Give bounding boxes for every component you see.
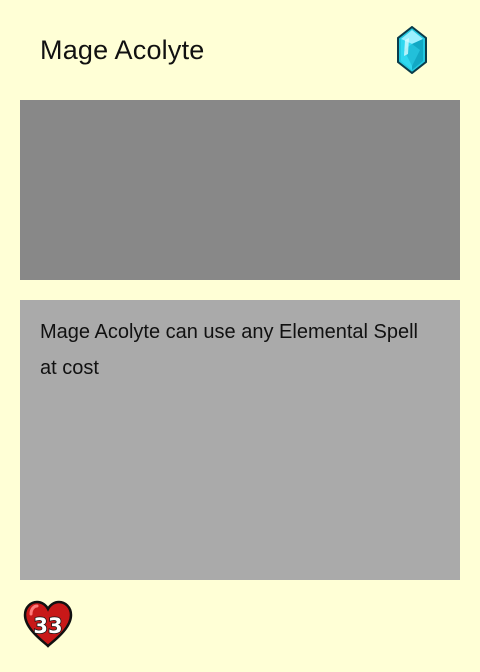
card-title: Mage Acolyte: [40, 35, 205, 65]
cyan-crystal-icon: [397, 26, 427, 74]
game-card[interactable]: Mage Acolyte Mage Acolyte can use any El…: [0, 0, 480, 672]
card-description: Mage Acolyte can use any Elemental Spell…: [40, 321, 418, 379]
heart-icon: 33: [23, 600, 73, 648]
health-value: 33: [33, 614, 62, 638]
card-text-panel: Mage Acolyte can use any Elemental Spell…: [20, 300, 460, 580]
card-art-placeholder: [20, 100, 460, 280]
